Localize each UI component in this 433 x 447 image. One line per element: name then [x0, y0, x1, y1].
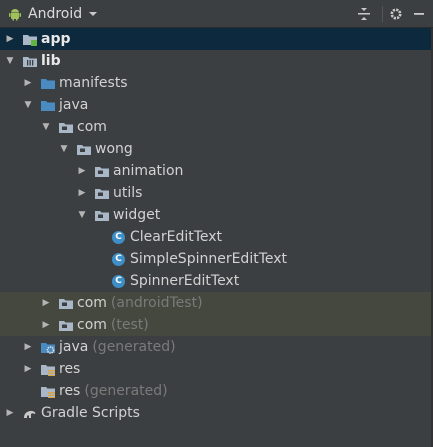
view-mode-selector[interactable]: Android [8, 4, 98, 24]
tree-row[interactable]: ▶CSimpleSpinnerEditText [0, 248, 433, 270]
resource-folder-icon [40, 384, 56, 398]
class-icon: C [112, 274, 125, 288]
tree-row[interactable]: ▶ com (androidTest) [0, 292, 433, 314]
expand-arrow-down-icon[interactable]: ▼ [76, 209, 88, 221]
expand-arrow-right-icon[interactable]: ▶ [40, 319, 52, 331]
package-icon [94, 186, 110, 200]
tree-row[interactable]: ▶res(generated) [0, 380, 433, 402]
tree-node-hint: (androidTest) [110, 295, 203, 311]
expand-arrow-right-icon[interactable]: ▶ [4, 33, 16, 45]
tree-node-label: app [41, 31, 71, 47]
class-icon: C [112, 230, 125, 244]
expand-arrow-right-icon[interactable]: ▶ [4, 407, 16, 419]
tree-row[interactable]: ▶CClearEditText [0, 226, 433, 248]
expand-arrow-down-icon[interactable]: ▼ [58, 143, 70, 155]
tree-row[interactable]: ▶ app [0, 28, 433, 50]
toolbar-separator [382, 6, 383, 22]
project-toolbar: Android [0, 0, 433, 28]
tree-row[interactable]: ▶ com (test) [0, 314, 433, 336]
tree-row[interactable]: ▼ java [0, 94, 433, 116]
tree-node-label: lib [41, 53, 61, 69]
tree-row[interactable]: ▶ Gradle Scripts [0, 402, 433, 424]
package-icon [94, 208, 110, 222]
tree-node-hint: (test) [110, 317, 149, 333]
android-icon [9, 9, 21, 21]
chevron-down-icon [89, 12, 98, 16]
tree-node-label: animation [113, 163, 184, 179]
tree-node-label: res [59, 383, 81, 399]
project-tree: ▶ app ▼ lib ▶ manifests ▼ java ▼ com ▼ wong ▶ animati… [0, 28, 433, 424]
expand-arrow-right-icon[interactable]: ▶ [76, 187, 88, 199]
tree-node-label: wong [95, 141, 133, 157]
expand-arrow-down-icon[interactable]: ▼ [22, 99, 34, 111]
expand-arrow-right-icon[interactable]: ▶ [40, 297, 52, 309]
tree-node-label: com [77, 119, 107, 135]
tree-node-label: widget [113, 207, 161, 223]
expand-arrow-right-icon[interactable]: ▶ [76, 165, 88, 177]
tree-node-hint: (generated) [92, 339, 176, 355]
resource-folder-icon [40, 362, 56, 376]
generated-folder-icon [40, 340, 56, 354]
tree-node-label: utils [113, 185, 143, 201]
tree-row[interactable]: ▼ com [0, 116, 433, 138]
tree-row[interactable]: ▶ animation [0, 160, 433, 182]
tree-row[interactable]: ▼ widget [0, 204, 433, 226]
tree-node-label: Gradle Scripts [41, 405, 140, 421]
tree-row[interactable]: ▼ lib [0, 50, 433, 72]
expand-arrow-down-icon[interactable]: ▼ [4, 55, 16, 67]
expand-arrow-down-icon[interactable]: ▼ [40, 121, 52, 133]
library-icon [22, 54, 38, 68]
gear-icon[interactable] [387, 5, 405, 23]
package-icon [58, 120, 74, 134]
folder-icon [40, 76, 56, 90]
tree-node-label: res [59, 361, 81, 377]
package-icon [76, 142, 92, 156]
expand-arrow-right-icon[interactable]: ▶ [22, 363, 34, 375]
tree-node-label: manifests [59, 75, 128, 91]
tree-row[interactable]: ▶ java (generated) [0, 336, 433, 358]
package-icon [58, 318, 74, 332]
class-icon: C [112, 252, 125, 266]
tree-node-hint: (generated) [84, 383, 168, 399]
tree-node-label: SimpleSpinnerEditText [130, 251, 288, 267]
view-mode-label: Android [28, 6, 83, 22]
tree-row[interactable]: ▶ manifests [0, 72, 433, 94]
expand-arrow-right-icon[interactable]: ▶ [22, 77, 34, 89]
tree-row[interactable]: ▶ res [0, 358, 433, 380]
tree-node-label: com [77, 295, 107, 311]
package-icon [94, 164, 110, 178]
module-icon [22, 32, 38, 46]
hide-icon[interactable] [410, 5, 428, 23]
tree-node-label: com [77, 317, 107, 333]
tree-row[interactable]: ▶CSpinnerEditText [0, 270, 433, 292]
tree-node-label: java [59, 97, 89, 113]
gradle-icon [22, 406, 38, 420]
tree-node-label: ClearEditText [130, 229, 223, 245]
package-icon [58, 296, 74, 310]
tree-node-label: java [59, 339, 89, 355]
expand-arrow-right-icon[interactable]: ▶ [22, 341, 34, 353]
tree-node-label: SpinnerEditText [130, 273, 240, 289]
folder-icon [40, 98, 56, 112]
collapse-all-icon[interactable] [355, 5, 373, 23]
tree-row[interactable]: ▼ wong [0, 138, 433, 160]
tree-row[interactable]: ▶ utils [0, 182, 433, 204]
